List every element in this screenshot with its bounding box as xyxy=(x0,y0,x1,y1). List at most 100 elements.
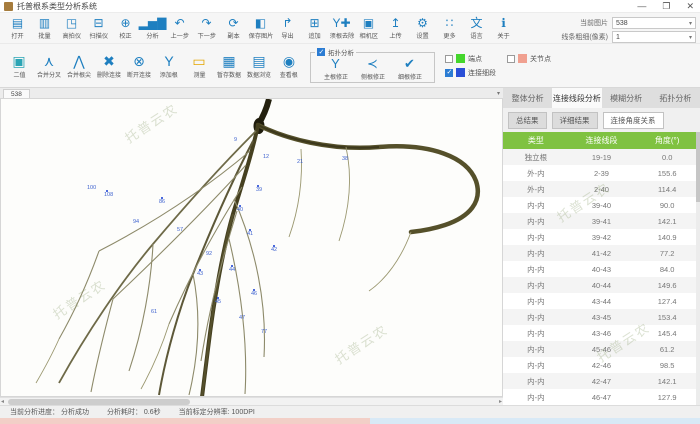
overlay-label: 连接细段 xyxy=(468,68,496,78)
toolbar-button[interactable]: ↷ 下一步 xyxy=(193,17,220,40)
toolbar-button[interactable]: ⊕ 校正 xyxy=(112,17,139,40)
table-row[interactable]: 内-内 41-42 77.2 xyxy=(503,245,700,261)
table-row[interactable]: 内-内 40-43 84.0 xyxy=(503,261,700,277)
analysis-tab[interactable]: 拓扑分析 xyxy=(651,88,700,108)
image-fields: 当前图片 538 ▾ 线条粗细(像素) 1 ▾ xyxy=(544,15,696,43)
line-width-select[interactable]: 1 ▾ xyxy=(612,31,696,43)
overlay-checkbox-item[interactable]: 关节点 xyxy=(507,54,577,64)
edit-toolbar-button[interactable]: ◉ 查看根 xyxy=(274,53,304,79)
cell-angle: 0.0 xyxy=(634,149,700,165)
toolbar-button[interactable]: ℹ 关于 xyxy=(490,17,517,40)
edit-toolbar-button[interactable]: ▤ 数据浏览 xyxy=(244,53,274,79)
cell-segment: 45-46 xyxy=(569,341,635,357)
toolbar-button-label: 更多 xyxy=(443,30,455,40)
cell-type: 内-内 xyxy=(503,229,569,245)
toolbar-button[interactable]: ◳ 高拍仪 xyxy=(58,17,85,40)
overlay-checkbox[interactable] xyxy=(445,69,453,77)
result-button[interactable]: 连接角度关系 xyxy=(603,112,664,129)
vertical-scrollbar[interactable] xyxy=(696,132,700,405)
table-row[interactable]: 内-内 43-44 127.4 xyxy=(503,293,700,309)
tabstrip-dropdown-icon[interactable]: ▾ xyxy=(497,90,500,97)
edit-toolbar-button[interactable]: ⊗ 断开连接 xyxy=(124,53,154,79)
main-toolbar-items: ▤ 打开 ▥ 批量 ◳ 高拍仪 ⊟ 扫描仪 xyxy=(4,17,517,40)
table-row[interactable]: 内-内 39-40 90.0 xyxy=(503,197,700,213)
line-width-label: 线条粗细(像素) xyxy=(561,32,608,42)
toolbar-button[interactable]: ↥ 上传 xyxy=(382,17,409,40)
table-row[interactable]: 内-内 46-47 127.9 xyxy=(503,389,700,405)
toolbar-button-icon: ∷ xyxy=(446,17,454,30)
root-image-canvas[interactable]: 托普云农 托普云农 托普云农 9 12 21 38 xyxy=(0,98,503,397)
toolbar-button[interactable]: ⚙ 设置 xyxy=(409,17,436,40)
toolbar-button-icon: ◧ xyxy=(255,17,266,30)
vertical-scrollbar-thumb[interactable] xyxy=(696,132,700,202)
edit-toolbar-button-icon: ✖ xyxy=(103,53,115,69)
table-row[interactable]: 内-内 39-41 142.1 xyxy=(503,213,700,229)
overlay-checkbox[interactable] xyxy=(507,55,515,63)
edit-toolbar-button[interactable]: ✖ 删除连接 xyxy=(94,53,124,79)
current-image-select[interactable]: 538 ▾ xyxy=(612,17,696,29)
table-row[interactable]: 内-内 43-46 145.4 xyxy=(503,325,700,341)
edit-toolbar-button[interactable]: Y 添加根 xyxy=(154,53,184,79)
table-row[interactable]: 独立根 19-19 0.0 xyxy=(503,149,700,165)
toolbar-button[interactable]: ⊟ 扫描仪 xyxy=(85,17,112,40)
table-row[interactable]: 内-内 45-46 61.2 xyxy=(503,341,700,357)
toolbar-button[interactable]: ▥ 批量 xyxy=(31,17,58,40)
toolbar-button[interactable]: ▂▅▇ 分析 xyxy=(139,17,166,40)
toolbar-button-icon: ▤ xyxy=(12,17,23,30)
overlay-label: 关节点 xyxy=(530,54,551,64)
overlay-checkbox-item[interactable]: 连接细段 xyxy=(445,68,585,78)
topology-analysis-label: 拓扑分析 xyxy=(328,47,354,57)
edit-toolbar-button[interactable]: ▣ 二值 xyxy=(4,53,34,79)
overlay-checkbox[interactable] xyxy=(445,55,453,63)
edit-toolbar-button[interactable]: ⋏ 合并分叉 xyxy=(34,53,64,79)
analysis-tab[interactable]: 整体分析 xyxy=(503,88,552,108)
analysis-tab[interactable]: 连接线段分析 xyxy=(552,88,601,108)
edit-toolbar-button-label: 二值 xyxy=(13,69,25,78)
root-correction-label: 主根修正 xyxy=(324,71,348,80)
table-row[interactable]: 内-内 39-42 140.9 xyxy=(503,229,700,245)
scroll-right-icon[interactable]: ▸ xyxy=(499,398,502,406)
toolbar-button[interactable]: ▣ 相机区 xyxy=(355,17,382,40)
table-row[interactable]: 内-内 42-47 142.1 xyxy=(503,373,700,389)
scroll-left-icon[interactable]: ◂ xyxy=(1,398,4,406)
horizontal-scrollbar-thumb[interactable] xyxy=(8,399,190,405)
edit-toolbar-button[interactable]: ▭ 测量 xyxy=(184,53,214,79)
topology-analysis-checkbox[interactable] xyxy=(317,48,325,56)
cell-angle: 153.4 xyxy=(634,309,700,325)
segment-number-label: 94 xyxy=(133,219,139,225)
maximize-button[interactable]: ❐ xyxy=(662,1,670,12)
root-correction-button[interactable]: ≺ 侧根修正 xyxy=(354,57,391,81)
table-row[interactable]: 外-内 2-40 114.4 xyxy=(503,181,700,197)
toolbar-button[interactable]: ▤ 打开 xyxy=(4,17,31,40)
result-button[interactable]: 总结果 xyxy=(508,112,547,129)
close-button[interactable]: ✕ xyxy=(686,1,694,12)
toolbar-button[interactable]: Y✚ 须根去除 xyxy=(328,17,355,40)
root-correction-button[interactable]: Y 主根修正 xyxy=(317,57,354,81)
toolbar-button[interactable]: ◧ 保存图片 xyxy=(247,17,274,40)
table-row[interactable]: 内-内 43-45 153.4 xyxy=(503,309,700,325)
toolbar-button[interactable]: ↱ 导出 xyxy=(274,17,301,40)
edit-toolbar-button-label: 合并根尖 xyxy=(67,69,91,78)
result-button[interactable]: 详细结果 xyxy=(552,112,598,129)
edit-toolbar-button[interactable]: ⋀ 合并根尖 xyxy=(64,53,94,79)
toolbar-button[interactable]: ∷ 更多 xyxy=(436,17,463,40)
table-row[interactable]: 内-内 40-44 149.6 xyxy=(503,277,700,293)
analysis-tab[interactable]: 模糊分析 xyxy=(602,88,651,108)
toolbar-button-icon: ⚙ xyxy=(417,17,428,30)
minimize-button[interactable]: — xyxy=(637,1,646,12)
overlay-checkbox-item[interactable]: 端点 xyxy=(445,54,507,64)
toolbar-button-icon: ◳ xyxy=(66,17,77,30)
toolbar-button[interactable]: 文 语言 xyxy=(463,17,490,40)
horizontal-scrollbar[interactable]: ◂ ▸ xyxy=(0,397,503,405)
toolbar-button[interactable]: ↶ 上一步 xyxy=(166,17,193,40)
toolbar-button[interactable]: ⊞ 追加 xyxy=(301,17,328,40)
toolbar-button[interactable]: ⟳ 副本 xyxy=(220,17,247,40)
cell-type: 内-内 xyxy=(503,325,569,341)
edit-toolbar-button[interactable]: ▦ 暂存数据 xyxy=(214,53,244,79)
table-row[interactable]: 内-内 42-46 98.5 xyxy=(503,357,700,373)
edit-toolbar-button-icon: ▣ xyxy=(12,53,25,69)
document-tab[interactable]: 538 xyxy=(3,89,30,98)
table-row[interactable]: 外-内 2-39 155.6 xyxy=(503,165,700,181)
root-correction-button[interactable]: ✔ 细根修正 xyxy=(391,57,428,81)
topology-analysis-group: 拓扑分析 Y 主根修正 ≺ 侧根修正 ✔ 细根修正 xyxy=(310,52,435,83)
